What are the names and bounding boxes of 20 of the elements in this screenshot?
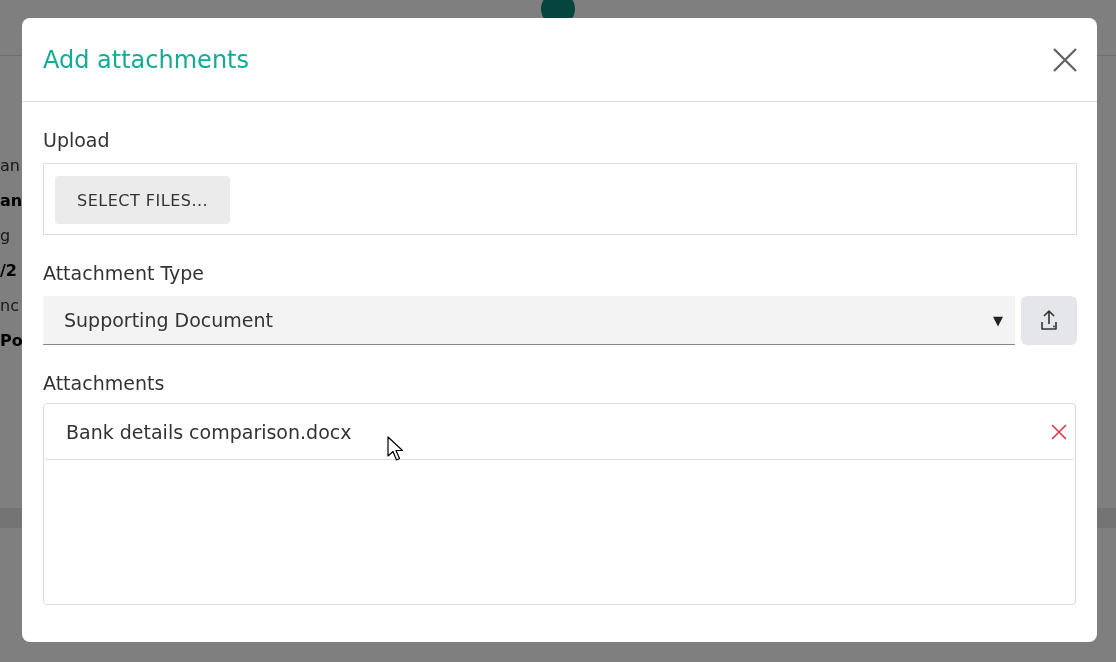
field-label: g <box>0 225 11 247</box>
field-value: /2 <box>0 260 17 282</box>
remove-icon <box>1049 421 1069 442</box>
dialog-title: Add attachments <box>43 45 249 74</box>
type-dropdown[interactable]: Supporting Document ▼ <box>43 296 1015 345</box>
field-value: an <box>0 190 23 212</box>
select-files-button[interactable]: SELECT FILES... <box>55 176 231 224</box>
field-value: Po <box>0 330 23 352</box>
remove-button[interactable] <box>1049 421 1069 442</box>
field-label: Attachments <box>43 371 166 395</box>
field-label: Attachment Type <box>43 261 206 285</box>
close-button[interactable] <box>1051 45 1079 74</box>
field-label: an <box>0 155 20 177</box>
attachment-item[interactable]: Bank details comparison.docx <box>44 404 1075 460</box>
cursor-icon <box>387 436 405 462</box>
caret-icon: ▼ <box>993 312 1003 328</box>
field-label: nc <box>0 295 19 317</box>
close-icon <box>1051 45 1079 74</box>
field-label: Upload <box>43 128 111 152</box>
upload-button[interactable] <box>1021 296 1077 345</box>
